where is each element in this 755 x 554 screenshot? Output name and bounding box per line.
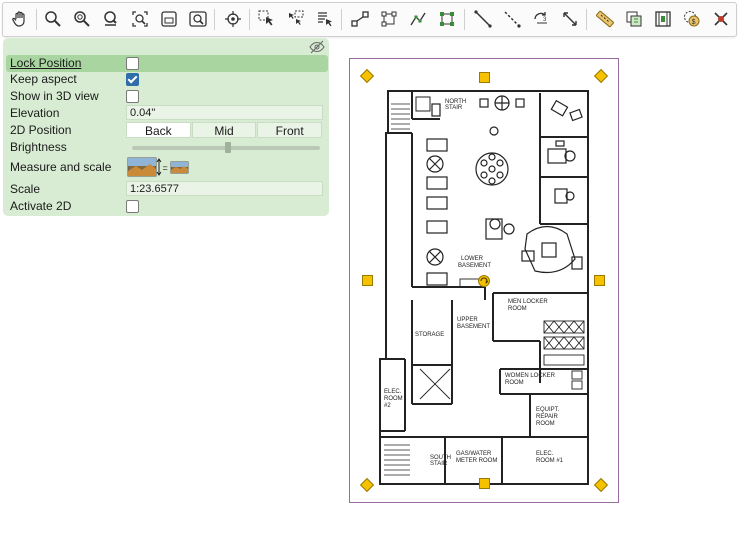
scale-label: Scale — [10, 182, 41, 196]
svg-text:ROOM: ROOM — [536, 421, 555, 427]
lock-position-checkbox[interactable] — [126, 57, 139, 70]
row-show-3d: Show in 3D view — [6, 88, 328, 105]
rotate-3d-icon[interactable]: 3 — [529, 7, 553, 31]
keep-aspect-label: Keep aspect — [10, 72, 77, 86]
svg-text:ROOM: ROOM — [384, 396, 403, 402]
keep-aspect-checkbox[interactable] — [126, 73, 139, 86]
show-3d-label: Show in 3D view — [10, 89, 99, 103]
row-lock-position: Lock Position — [6, 55, 328, 72]
position-back-option[interactable]: Back — [126, 122, 191, 138]
position-front-option[interactable]: Front — [257, 122, 323, 138]
nodes-grid-icon[interactable] — [435, 7, 459, 31]
room-label-gas-water: GAS/WATER — [456, 451, 492, 457]
resize-arrows-icon[interactable] — [558, 7, 582, 31]
scale-field[interactable]: 1:23.6577 — [126, 181, 323, 196]
edge-handle-bottom[interactable] — [479, 478, 490, 489]
cost-icon[interactable]: $ — [680, 7, 704, 31]
activate-2d-checkbox[interactable] — [126, 200, 139, 213]
ruler-icon[interactable] — [593, 7, 617, 31]
edit-nodes-icon[interactable] — [406, 7, 430, 31]
svg-text:ROOM: ROOM — [508, 306, 527, 312]
room-label-elec-1: ELEC. — [536, 451, 554, 457]
row-scale: Scale 1:23.6577 — [6, 181, 328, 198]
move-points-icon[interactable] — [348, 7, 372, 31]
brightness-slider-thumb[interactable] — [225, 142, 231, 153]
svg-text:METER ROOM: METER ROOM — [456, 458, 497, 464]
delete-icon[interactable] — [709, 7, 733, 31]
lock-position-label: Lock Position — [10, 56, 82, 70]
edge-handle-left[interactable] — [362, 275, 373, 286]
select-multiple-icon[interactable] — [284, 7, 308, 31]
rotate-shape-icon[interactable] — [377, 7, 401, 31]
zoom-window-icon[interactable] — [186, 7, 210, 31]
line-icon[interactable] — [471, 7, 495, 31]
position-2d-label: 2D Position — [10, 123, 72, 137]
svg-text:STAIR: STAIR — [445, 105, 463, 111]
svg-text:#2: #2 — [384, 403, 391, 409]
dashed-line-icon[interactable] — [500, 7, 524, 31]
position-2d-selector: Back Mid Front — [126, 122, 323, 138]
svg-text:BASEMENT: BASEMENT — [458, 263, 491, 269]
room-label-storage: STORAGE — [415, 332, 444, 338]
film-frame-icon[interactable] — [651, 7, 675, 31]
room-label-men-locker: MEN LOCKER — [508, 299, 548, 305]
svg-text:3: 3 — [543, 17, 547, 23]
zoom-fit-icon[interactable] — [128, 7, 152, 31]
main-toolbar: 3 $ — [2, 2, 737, 37]
svg-text:BASEMENT: BASEMENT — [457, 324, 490, 330]
zoom-page-icon[interactable] — [157, 7, 181, 31]
row-2d-position: 2D Position Back Mid Front — [6, 122, 328, 139]
activate-2d-label: Activate 2D — [10, 199, 72, 213]
svg-text:=: = — [163, 163, 168, 173]
pan-hand-icon[interactable] — [8, 7, 32, 31]
measure-label: Measure and scale — [10, 160, 112, 174]
elevation-label: Elevation — [10, 106, 60, 120]
edge-handle-top[interactable] — [479, 72, 490, 83]
room-label-women-locker: WOMEN LOCKER — [505, 373, 556, 379]
zoom-icon[interactable] — [41, 7, 65, 31]
snap-target-icon[interactable] — [221, 7, 245, 31]
select-list-icon[interactable] — [313, 7, 337, 31]
row-brightness: Brightness — [6, 139, 328, 156]
select-icon[interactable] — [255, 7, 279, 31]
elevation-field[interactable]: 0.04" — [126, 105, 323, 120]
measure-scale-button[interactable]: = — [126, 157, 192, 177]
row-elevation: Elevation 0.04" — [6, 105, 328, 122]
room-label-equip-repair: EQUIPT. — [536, 407, 560, 413]
zoom-in-icon[interactable] — [70, 7, 94, 31]
svg-text:REPAIR: REPAIR — [536, 414, 559, 420]
room-label-lower-basement: LOWER — [461, 256, 484, 262]
room-label-upper-basement: UPPER — [457, 317, 478, 323]
svg-text:ROOM: ROOM — [505, 380, 524, 386]
hide-panel-icon[interactable] — [309, 40, 325, 54]
row-activate-2d: Activate 2D — [6, 198, 328, 215]
row-measure: Measure and scale = — [6, 157, 328, 177]
show-3d-checkbox[interactable] — [126, 90, 139, 103]
svg-text:STAIR: STAIR — [430, 461, 448, 467]
property-panel: Lock Position Keep aspect Show in 3D vie… — [3, 38, 329, 216]
brightness-label: Brightness — [10, 140, 67, 154]
svg-text:ROOM #1: ROOM #1 — [536, 458, 564, 464]
room-label-elec-2: ELEC. — [384, 389, 402, 395]
position-mid-option[interactable]: Mid — [191, 122, 257, 138]
edge-handle-right[interactable] — [594, 275, 605, 286]
row-keep-aspect: Keep aspect — [6, 71, 328, 88]
copy-layers-icon[interactable] — [622, 7, 646, 31]
svg-text:$: $ — [692, 19, 696, 26]
zoom-out-icon[interactable] — [99, 7, 123, 31]
rotate-handle-icon[interactable] — [477, 274, 491, 288]
